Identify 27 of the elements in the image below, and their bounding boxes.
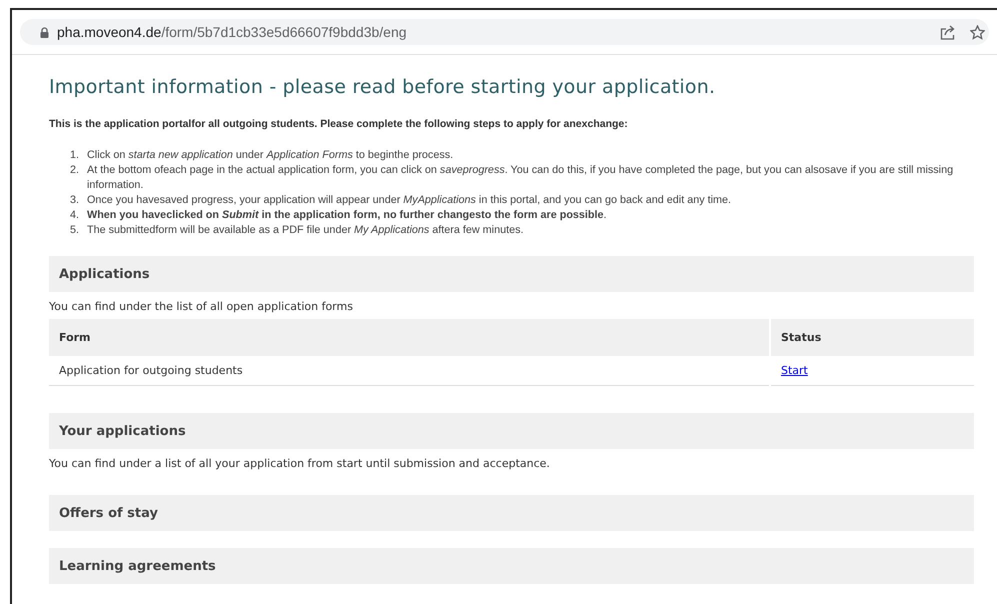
step-text: When you haveclicked on Submit in the application form, no further changesto the form are possible. <box>87 208 607 223</box>
lock-icon <box>40 26 49 38</box>
section-header: Your applications <box>49 413 974 449</box>
section-description: You can find under a list of all your application from start until submission and acceptance. <box>49 457 551 470</box>
step-number: 1. <box>70 148 80 163</box>
step-text: Once you havesaved progress, your application will appear under MyApplications in this portal, and you can go back and edit any time. <box>87 193 732 208</box>
section-description: You can find under the list of all open application forms <box>49 300 354 313</box>
step-number: 2. <box>70 163 80 178</box>
start-link[interactable]: Start <box>781 364 808 377</box>
page-title: Important information - please read before starting your application. <box>49 76 716 98</box>
step-text: Click on starta new application under Application Forms to beginthe process. <box>87 148 454 163</box>
address-bar[interactable]: pha.moveon4.de/form/5b7d1cb33e5d66607f9bdd3b/eng <box>20 19 989 45</box>
step-text: The submittedform will be available as a PDF file under My Applications aftera few minutes. <box>87 223 524 238</box>
star-icon[interactable] <box>970 24 985 40</box>
column-header: Form <box>49 319 769 356</box>
section-header: Offers of stay <box>49 495 974 531</box>
url-text: pha.moveon4.de/form/5b7d1cb33e5d66607f9bdd3b/eng <box>57 24 407 40</box>
column-header: Status <box>771 319 974 356</box>
step-number: 4. <box>70 208 80 223</box>
table-cell: Application for outgoing students <box>49 356 769 386</box>
share-icon[interactable] <box>940 24 956 40</box>
step-text: At the bottom ofeach page in the actual application form, you can click on saveprogress. You can do this, if you have completed the page, but you can alsosave if you are still missing information. <box>87 163 954 193</box>
step-number: 5. <box>70 223 80 238</box>
section-header: Applications <box>49 256 974 292</box>
section-header: Learning agreements <box>49 548 974 584</box>
intro-text: This is the application portalfor all outgoing students. Please complete the following steps to apply for anexchange: <box>49 118 629 130</box>
step-number: 3. <box>70 193 80 208</box>
